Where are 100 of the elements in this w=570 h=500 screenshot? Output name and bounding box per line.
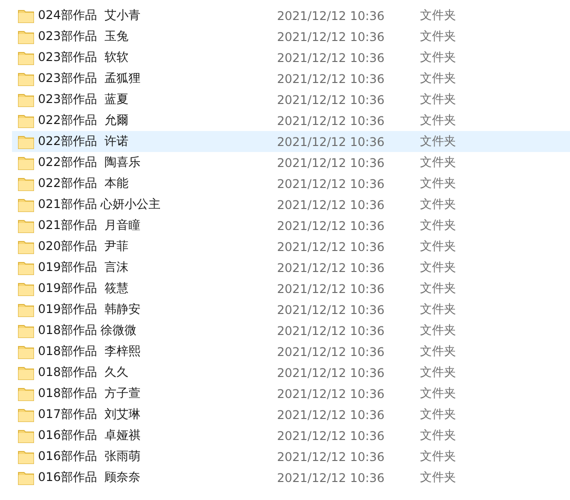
modified-date: 2021/12/12 10:36	[277, 156, 386, 170]
folder-row[interactable]: 022部作品 许诺 2021/12/12 10:36 文件夹	[12, 131, 570, 152]
file-name: 023部作品 蓝夏	[38, 91, 130, 108]
file-type: 文件夹	[420, 427, 456, 444]
folder-icon	[18, 302, 34, 316]
file-name: 019部作品 筱慧	[38, 280, 130, 297]
file-name: 024部作品 艾小青	[38, 7, 142, 24]
file-type: 文件夹	[420, 70, 456, 87]
file-type: 文件夹	[420, 133, 456, 150]
folder-row[interactable]: 023部作品 孟狐狸 2021/12/12 10:36 文件夹	[12, 68, 570, 89]
file-type: 文件夹	[420, 154, 456, 171]
file-name: 022部作品 许诺	[38, 133, 130, 150]
folder-icon	[18, 240, 34, 254]
folder-icon	[18, 324, 34, 338]
folder-icon	[18, 30, 34, 44]
folder-icon	[18, 156, 34, 170]
folder-row[interactable]: 017部作品 刘艾琳 2021/12/12 10:36 文件夹	[12, 404, 570, 425]
modified-date: 2021/12/12 10:36	[277, 50, 386, 64]
modified-date: 2021/12/12 10:36	[277, 408, 386, 422]
file-type: 文件夹	[420, 385, 456, 402]
modified-date: 2021/12/12 10:36	[277, 344, 386, 358]
modified-date: 2021/12/12 10:36	[277, 8, 386, 22]
file-type: 文件夹	[420, 364, 456, 381]
folder-row[interactable]: 019部作品 筱慧 2021/12/12 10:36 文件夹	[12, 278, 570, 299]
folder-icon	[18, 470, 34, 484]
folder-icon	[18, 260, 34, 274]
file-type: 文件夹	[420, 217, 456, 234]
modified-date: 2021/12/12 10:36	[277, 134, 386, 148]
folder-icon	[18, 344, 34, 358]
file-type: 文件夹	[420, 238, 456, 255]
file-type: 文件夹	[420, 259, 456, 276]
folder-icon	[18, 114, 34, 128]
folder-row[interactable]: 019部作品 韩静安 2021/12/12 10:36 文件夹	[12, 299, 570, 320]
file-name: 016部作品 卓娅祺	[38, 427, 142, 444]
folder-icon	[18, 50, 34, 64]
file-type: 文件夹	[420, 448, 456, 465]
folder-row[interactable]: 020部作品 尹菲 2021/12/12 10:36 文件夹	[12, 236, 570, 257]
modified-date: 2021/12/12 10:36	[277, 366, 386, 380]
folder-row[interactable]: 021部作品 月音瞳 2021/12/12 10:36 文件夹	[12, 215, 570, 236]
folder-row[interactable]: 023部作品 玉兔 2021/12/12 10:36 文件夹	[12, 26, 570, 47]
folder-icon	[18, 176, 34, 190]
folder-row[interactable]: 018部作品 徐微微 2021/12/12 10:36 文件夹	[12, 320, 570, 341]
folder-row[interactable]: 023部作品 软软 2021/12/12 10:36 文件夹	[12, 47, 570, 68]
folder-row[interactable]: 018部作品 方子萱 2021/12/12 10:36 文件夹	[12, 383, 570, 404]
file-name: 018部作品 徐微微	[38, 322, 138, 339]
modified-date: 2021/12/12 10:36	[277, 176, 386, 190]
folder-row[interactable]: 018部作品 久久 2021/12/12 10:36 文件夹	[12, 362, 570, 383]
modified-date: 2021/12/12 10:36	[277, 302, 386, 316]
folder-row[interactable]: 022部作品 允爾 2021/12/12 10:36 文件夹	[12, 110, 570, 131]
modified-date: 2021/12/12 10:36	[277, 470, 386, 484]
file-name: 022部作品 允爾	[38, 112, 130, 129]
modified-date: 2021/12/12 10:36	[277, 240, 386, 254]
modified-date: 2021/12/12 10:36	[277, 72, 386, 86]
file-type: 文件夹	[420, 112, 456, 129]
folder-icon	[18, 282, 34, 296]
file-name: 023部作品 玉兔	[38, 28, 130, 45]
folder-row[interactable]: 019部作品 言沫 2021/12/12 10:36 文件夹	[12, 257, 570, 278]
file-name: 018部作品 李梓熙	[38, 343, 142, 360]
folder-row[interactable]: 024部作品 艾小青 2021/12/12 10:36 文件夹	[12, 5, 570, 26]
file-type: 文件夹	[420, 7, 456, 24]
modified-date: 2021/12/12 10:36	[277, 92, 386, 106]
folder-row[interactable]: 021部作品 心妍小公主 2021/12/12 10:36 文件夹	[12, 194, 570, 215]
folder-icon	[18, 72, 34, 86]
folder-icon	[18, 218, 34, 232]
file-name: 023部作品 孟狐狸	[38, 70, 142, 87]
file-type: 文件夹	[420, 196, 456, 213]
modified-date: 2021/12/12 10:36	[277, 198, 386, 212]
file-type: 文件夹	[420, 469, 456, 486]
folder-icon	[18, 386, 34, 400]
folder-icon	[18, 134, 34, 148]
modified-date: 2021/12/12 10:36	[277, 282, 386, 296]
folder-row[interactable]: 016部作品 顾奈奈 2021/12/12 10:36 文件夹	[12, 467, 570, 488]
modified-date: 2021/12/12 10:36	[277, 324, 386, 338]
file-name: 016部作品 张雨萌	[38, 448, 142, 465]
file-name: 019部作品 韩静安	[38, 301, 142, 318]
folder-row[interactable]: 018部作品 李梓熙 2021/12/12 10:36 文件夹	[12, 341, 570, 362]
folder-icon	[18, 428, 34, 442]
folder-icon	[18, 198, 34, 212]
folder-icon	[18, 408, 34, 422]
folder-row[interactable]: 022部作品 陶喜乐 2021/12/12 10:36 文件夹	[12, 152, 570, 173]
file-type: 文件夹	[420, 343, 456, 360]
folder-row[interactable]: 016部作品 张雨萌 2021/12/12 10:36 文件夹	[12, 446, 570, 467]
file-name: 022部作品 本能	[38, 175, 130, 192]
modified-date: 2021/12/12 10:36	[277, 428, 386, 442]
folder-row[interactable]: 022部作品 本能 2021/12/12 10:36 文件夹	[12, 173, 570, 194]
modified-date: 2021/12/12 10:36	[277, 260, 386, 274]
file-type: 文件夹	[420, 175, 456, 192]
folder-icon	[18, 92, 34, 106]
file-type: 文件夹	[420, 49, 456, 66]
file-type: 文件夹	[420, 280, 456, 297]
folder-icon	[18, 366, 34, 380]
file-type: 文件夹	[420, 28, 456, 45]
file-type: 文件夹	[420, 91, 456, 108]
file-name: 023部作品 软软	[38, 49, 130, 66]
folder-row[interactable]: 016部作品 卓娅祺 2021/12/12 10:36 文件夹	[12, 425, 570, 446]
modified-date: 2021/12/12 10:36	[277, 114, 386, 128]
folder-row[interactable]: 023部作品 蓝夏 2021/12/12 10:36 文件夹	[12, 89, 570, 110]
file-name: 022部作品 陶喜乐	[38, 154, 142, 171]
file-name: 021部作品 心妍小公主	[38, 196, 162, 213]
folder-icon	[18, 450, 34, 464]
